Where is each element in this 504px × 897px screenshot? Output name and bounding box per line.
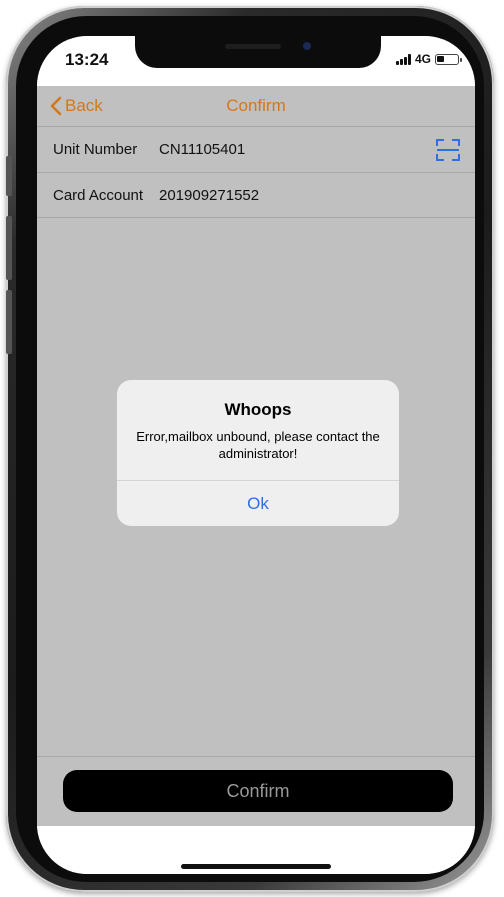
status-indicators: 4G [395,52,462,66]
page-title: Confirm [226,96,286,115]
dialog-message: Error,mailbox unbound, please contact th… [136,429,380,461]
home-indicator[interactable] [181,864,331,869]
front-camera [303,42,311,50]
navigation-bar: Back Confirm [37,86,475,126]
network-type: 4G [414,52,431,66]
alert-dialog: Whoops Error,mailbox unbound, please con… [117,380,399,526]
ok-button[interactable]: Ok [117,481,399,526]
confirm-button[interactable]: Confirm [63,770,453,812]
status-bar: 13:24 4G [37,36,475,86]
volume-down-button [6,290,12,354]
signal-icon [395,53,411,65]
card-account-label: Card Account [53,187,144,204]
phone-screen: 13:24 4G Back Confirm Unit Number CN1110… [37,36,475,874]
speaker-grille [225,44,281,49]
battery-level [437,55,444,62]
scan-icon[interactable] [435,137,461,163]
unit-number-value: CN11105401 [159,141,246,158]
unit-number-label: Unit Number [53,141,138,158]
battery-icon [435,53,462,65]
card-account-value: 201909271552 [159,187,260,204]
volume-up-button [6,216,12,280]
unit-number-row: Unit Number CN11105401 [37,126,475,172]
status-time: 13:24 [65,50,109,69]
notch [135,36,381,68]
dialog-title: Whoops [224,400,292,419]
mute-switch [6,156,12,196]
card-account-row: Card Account 201909271552 [37,172,475,218]
